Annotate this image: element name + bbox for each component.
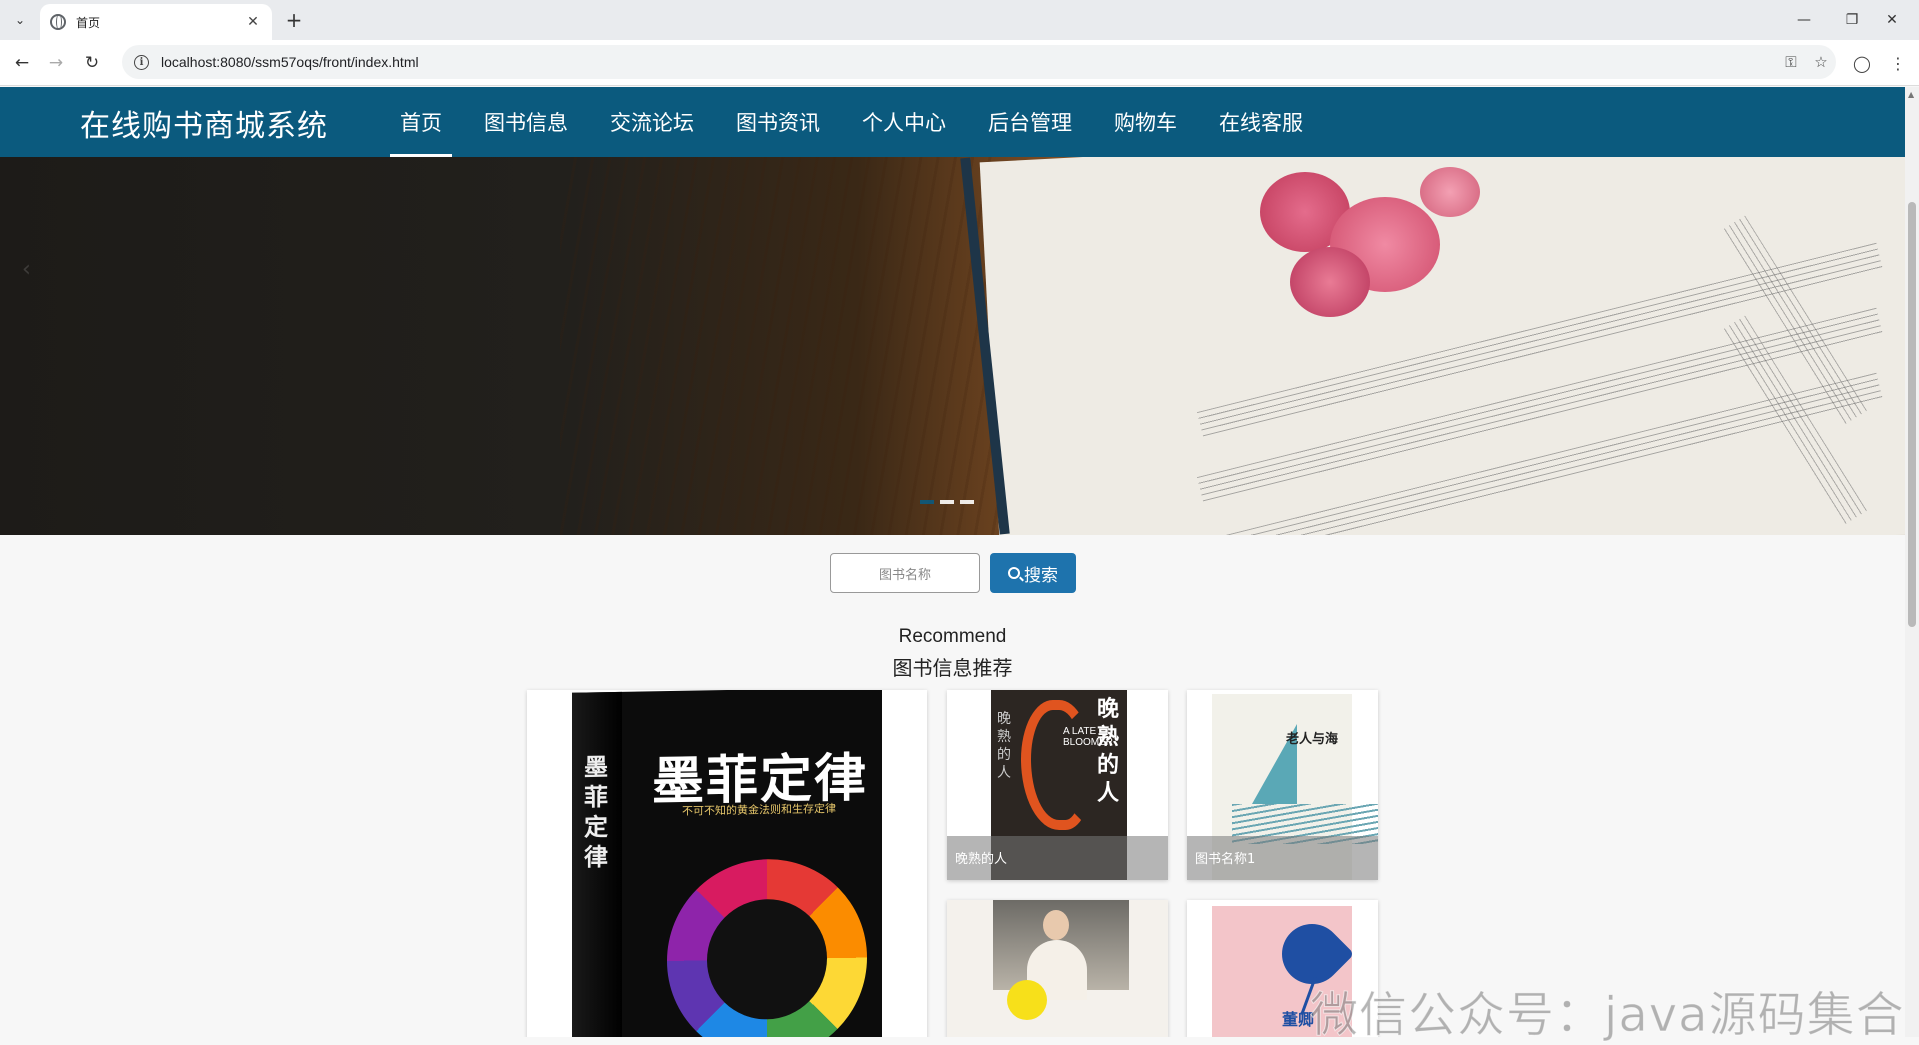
menu-item-book-info[interactable]: 图书信息 xyxy=(464,87,586,157)
menu-item-forum[interactable]: 交流论坛 xyxy=(590,87,712,157)
menu-item-home[interactable]: 首页 xyxy=(380,87,460,157)
search-icon xyxy=(1008,567,1020,579)
carousel-indicators xyxy=(920,500,974,504)
tab-close-icon[interactable]: ✕ xyxy=(244,14,262,30)
carousel-dot[interactable] xyxy=(940,500,954,504)
book-card[interactable]: 晚熟的人 晚熟的人 A LATE BLOOMER 晚熟的人 xyxy=(947,690,1168,880)
globe-icon xyxy=(50,14,66,30)
site-info-icon[interactable]: i xyxy=(134,54,149,70)
book-name: 图书名称1 xyxy=(1187,836,1378,880)
tab-search-button[interactable]: ⌄ xyxy=(6,8,34,32)
banner-rose xyxy=(1420,167,1480,217)
carousel-dot[interactable] xyxy=(920,500,934,504)
book-cover-subtitle: A LATE BLOOMER xyxy=(1063,726,1114,748)
main-menu: 首页 图书信息 交流论坛 图书资讯 个人中心 后台管理 购物车 在线客服 xyxy=(380,87,1325,157)
book-cover: 墨菲定律 墨菲定律 不可不知的黄金法则和生存定律 xyxy=(572,690,882,1037)
back-arrow-icon[interactable]: ← xyxy=(8,50,36,76)
book-search-input[interactable]: 图书名称 xyxy=(830,553,980,593)
recommend-heading-en: Recommend xyxy=(898,626,1007,647)
scroll-up-arrow-icon[interactable]: ▲ xyxy=(1908,90,1914,99)
forward-arrow-icon[interactable]: → xyxy=(42,50,70,76)
recommend-heading-zh: 图书信息推荐 xyxy=(892,656,1013,680)
book-card[interactable]: 老人与海 图书名称1 xyxy=(1187,690,1378,880)
book-name: 晚熟的人 xyxy=(947,836,1168,880)
book-cover-spine-text: 晚熟的人 xyxy=(997,711,1011,781)
search-button-label: 搜索 xyxy=(1024,565,1058,586)
carousel-dot[interactable] xyxy=(960,500,974,504)
banner-wood-texture xyxy=(560,157,1000,535)
book-cover-face xyxy=(1043,910,1069,940)
book-cover-spine-text: 墨菲定律 xyxy=(584,753,608,872)
page-viewport: 在线购书商城系统 首页 图书信息 交流论坛 图书资讯 个人中心 后台管理 购物车… xyxy=(0,87,1905,1037)
scrollbar-thumb[interactable] xyxy=(1908,202,1916,627)
hero-carousel[interactable]: ‹ xyxy=(0,157,1905,535)
reload-icon[interactable]: ↻ xyxy=(78,50,106,76)
menu-item-admin[interactable]: 后台管理 xyxy=(968,87,1090,157)
new-tab-button[interactable]: + xyxy=(282,8,306,32)
browser-tab-strip: ⌄ 首页 ✕ + — ❐ ✕ xyxy=(0,0,1919,40)
book-cover xyxy=(947,900,1168,1037)
book-card[interactable] xyxy=(947,900,1168,1037)
menu-item-cart[interactable]: 购物车 xyxy=(1094,87,1195,157)
watermark-text: 微信公众号：java源码集合 xyxy=(1310,987,1905,1044)
key-icon[interactable]: ⚿ xyxy=(1776,53,1806,71)
browser-tab-active[interactable]: 首页 ✕ xyxy=(40,4,272,40)
menu-item-book-news[interactable]: 图书资讯 xyxy=(716,87,838,157)
minimize-button[interactable]: — xyxy=(1778,0,1830,40)
search-button[interactable]: 搜索 xyxy=(990,553,1076,593)
profile-icon[interactable]: ◯ xyxy=(1848,50,1876,76)
close-window-button[interactable]: ✕ xyxy=(1866,0,1918,40)
site-navbar: 在线购书商城系统 首页 图书信息 交流论坛 图书资讯 个人中心 后台管理 购物车… xyxy=(0,87,1905,157)
book-cover-subtitle: 不可不知的黄金法则和生存定律 xyxy=(682,802,836,818)
banner-rose xyxy=(1290,247,1370,317)
url-text[interactable]: localhost:8080/ssm57oqs/front/index.html xyxy=(161,54,1776,70)
bookmark-star-icon[interactable]: ☆ xyxy=(1806,53,1836,71)
url-omnibox[interactable]: i localhost:8080/ssm57oqs/front/index.ht… xyxy=(122,45,1836,79)
tab-title: 首页 xyxy=(76,15,101,30)
book-card-featured[interactable]: 墨菲定律 墨菲定律 不可不知的黄金法则和生存定律 xyxy=(527,690,927,1037)
book-cover-title: 晚熟的人 xyxy=(1097,697,1120,806)
menu-item-user-center[interactable]: 个人中心 xyxy=(842,87,964,157)
page-scrollbar[interactable]: ▲ xyxy=(1905,87,1919,1037)
book-cover-title: 老人与海 xyxy=(1286,732,1339,747)
site-title: 在线购书商城系统 xyxy=(80,109,328,144)
book-cover-swirl xyxy=(1021,700,1091,830)
kebab-menu-icon[interactable]: ⋮ xyxy=(1884,50,1912,76)
menu-item-customer-service[interactable]: 在线客服 xyxy=(1199,87,1321,157)
book-cover-yellow-badge xyxy=(1007,980,1047,1020)
carousel-prev-arrow-icon[interactable]: ‹ xyxy=(22,257,31,282)
book-cover-color-wheel xyxy=(667,857,867,1037)
address-bar: ← → ↻ i localhost:8080/ssm57oqs/front/in… xyxy=(0,40,1919,86)
